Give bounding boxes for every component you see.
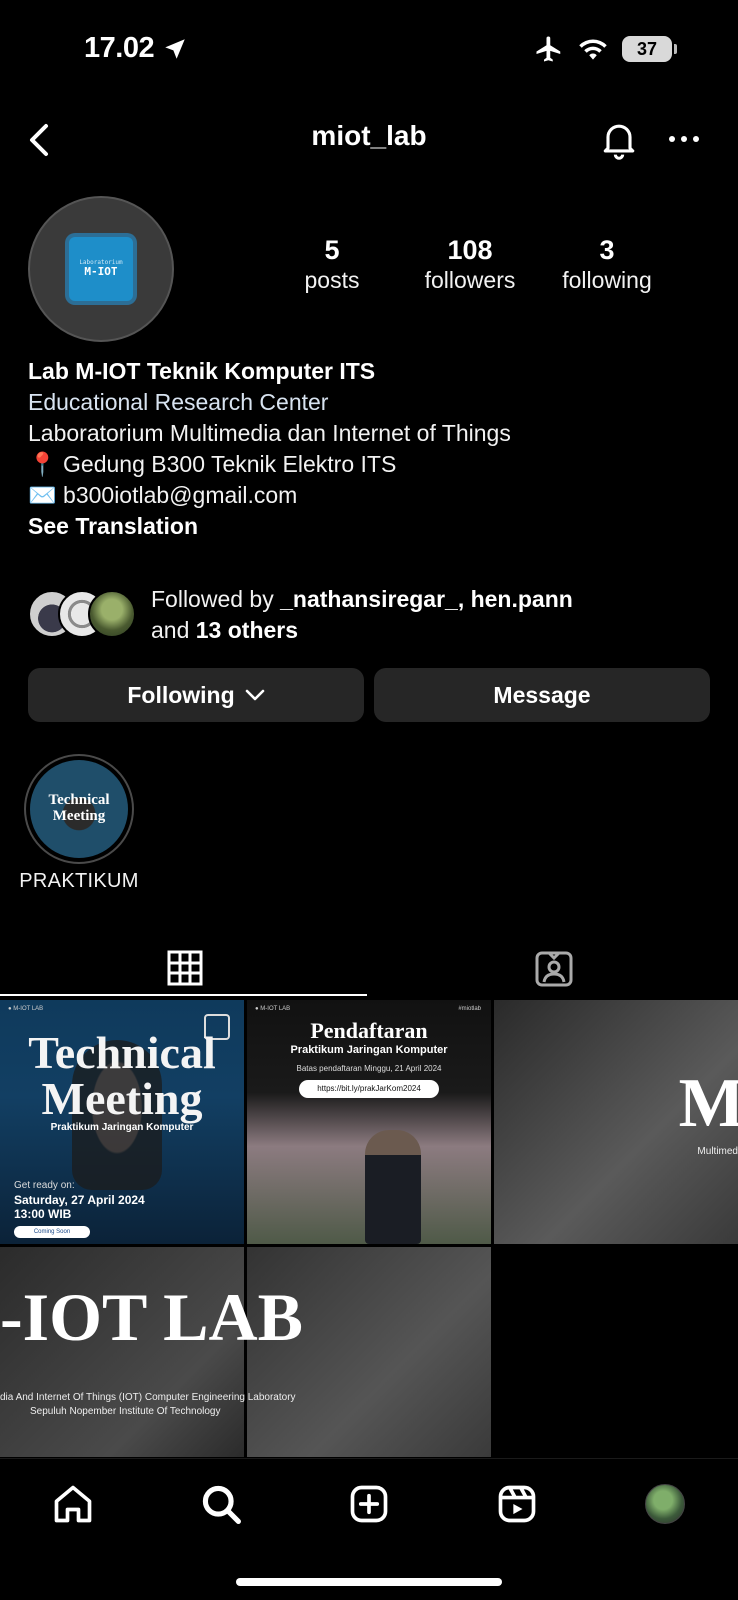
post-title-line2: Meeting <box>41 1073 203 1124</box>
bell-icon <box>603 124 635 160</box>
post-subtitle: Praktikum Jaringan Komputer <box>50 1122 194 1133</box>
avatar-logo-title: M-IOT <box>84 265 118 279</box>
more-options-button[interactable] <box>664 124 704 154</box>
nav-home[interactable] <box>48 1479 98 1529</box>
story-highlight[interactable]: Technical Meeting <box>24 754 134 864</box>
followed-by-text[interactable]: Followed by _nathansiregar_, hen.pann an… <box>151 584 573 646</box>
airplane-icon <box>536 36 561 62</box>
post-title-line1: Technical <box>28 1027 216 1078</box>
post-banner-line1: dia And Internet Of Things (IOT) Compute… <box>0 1392 296 1403</box>
followers-count[interactable]: 108 followers <box>400 235 540 296</box>
active-tab-indicator <box>0 994 367 996</box>
followed-by-others: 13 others <box>195 617 299 643</box>
chevron-down-icon <box>245 689 264 701</box>
mutual-followers-avatars[interactable] <box>28 590 140 640</box>
post-date-day: Saturday, 27 April 2024 <box>14 1193 145 1207</box>
post-title: Technical Meeting <box>0 1030 244 1122</box>
post-deadline: Batas pendaftaran Minggu, 21 April 2024 <box>296 1064 442 1073</box>
post-thumbnail[interactable] <box>0 1247 244 1457</box>
post-brand-tag: ● M-IOT LAB <box>8 1006 44 1012</box>
bio-category: Educational Research Center <box>28 389 329 415</box>
following-count-value: 3 <box>599 235 615 265</box>
post-title: Pendaftaran <box>310 1018 428 1043</box>
bio-location: 📍 Gedung B300 Teknik Elektro ITS <box>28 451 397 477</box>
followed-by-and: and <box>151 617 196 643</box>
notifications-button[interactable] <box>597 116 641 162</box>
post-date-time: 13:00 WIB <box>14 1207 72 1221</box>
highlight-cover: Technical Meeting <box>30 760 128 858</box>
bio-email[interactable]: ✉️ b300iotlab@gmail.com <box>28 480 718 511</box>
followed-by-names: _nathansiregar_, hen.pann <box>280 586 573 612</box>
more-horizontal-icon <box>669 136 699 142</box>
message-button[interactable]: Message <box>374 668 710 722</box>
profile-avatar-small <box>645 1484 685 1524</box>
location-arrow-icon <box>165 38 185 59</box>
post-subtitle: Praktikum Jaringan Komputer <box>290 1044 448 1056</box>
search-icon <box>202 1485 241 1524</box>
following-count-label: following <box>562 266 652 293</box>
status-time: 17.02 <box>84 32 188 65</box>
avatar-logo-text: Laboratorium M-IOT <box>79 259 122 279</box>
status-time-text: 17.02 <box>84 32 155 64</box>
nav-reels[interactable] <box>492 1479 542 1529</box>
bio-line: Laboratorium Multimedia dan Internet of … <box>28 420 511 446</box>
post-thumbnail[interactable]: ● M-IOT LAB Technical Meeting Praktikum … <box>0 1000 244 1244</box>
following-button[interactable]: Following <box>28 668 364 722</box>
home-icon <box>54 1485 92 1523</box>
wifi-icon <box>579 39 607 60</box>
followed-by-prefix: Followed by <box>151 586 281 612</box>
nav-profile[interactable] <box>640 1479 690 1529</box>
followers-count-label: followers <box>424 266 516 293</box>
home-indicator <box>236 1578 502 1586</box>
plus-square-icon <box>350 1485 388 1523</box>
post-banner-line2: Sepuluh Nopember Institute Of Technology <box>30 1406 221 1417</box>
reels-icon <box>498 1485 536 1523</box>
post-thumbnail[interactable]: ● M-IOT LAB #miotlab Pendaftaran Praktik… <box>247 1000 491 1244</box>
tab-posts-grid[interactable] <box>0 940 369 996</box>
posts-count[interactable]: 5 posts <box>262 235 402 296</box>
nav-create[interactable] <box>344 1479 394 1529</box>
followers-count-value: 108 <box>447 235 493 265</box>
post-link: https://bit.ly/prakJarKom2024 <box>299 1080 439 1098</box>
tab-tagged[interactable] <box>369 940 738 996</box>
post-pill: Coming Soon <box>14 1226 90 1238</box>
nav-search[interactable] <box>196 1479 246 1529</box>
post-hashtag: #miotlab <box>458 1006 481 1012</box>
status-indicators: 37 <box>534 34 677 64</box>
post-thumbnail[interactable]: M- Multimed <box>494 1000 738 1244</box>
chip-logo-icon: Laboratorium M-IOT <box>69 237 133 301</box>
see-translation-link[interactable]: See Translation <box>28 511 718 542</box>
following-button-label: Following <box>127 681 235 708</box>
post-subtitle: Multimed <box>697 1146 738 1157</box>
post-ready-text: Get ready on: <box>14 1180 75 1191</box>
post-person <box>365 1130 421 1244</box>
post-title: M- <box>678 1065 738 1142</box>
profile-bio: Lab M-IOT Teknik Komputer ITS Educationa… <box>28 356 718 542</box>
following-count[interactable]: 3 following <box>537 235 677 296</box>
post-banner-title: -IOT LAB <box>0 1282 303 1352</box>
post-thumbnail[interactable] <box>247 1247 491 1457</box>
post-brand-tag: ● M-IOT LAB <box>255 1006 291 1012</box>
mutual-avatar <box>88 590 136 638</box>
profile-avatar[interactable]: Laboratorium M-IOT <box>28 196 174 342</box>
battery-icon: 37 <box>622 36 677 62</box>
tagged-user-icon <box>535 951 572 987</box>
battery-level: 37 <box>636 38 658 59</box>
posts-count-value: 5 <box>324 235 340 265</box>
post-date: Saturday, 27 April 2024 13:00 WIB <box>14 1193 145 1221</box>
message-button-label: Message <box>493 681 591 708</box>
posts-count-label: posts <box>304 266 360 293</box>
bio-name: Lab M-IOT Teknik Komputer ITS <box>28 358 376 384</box>
highlight-label[interactable]: PRAKTIKUM <box>0 870 158 893</box>
grid-icon <box>167 950 202 986</box>
